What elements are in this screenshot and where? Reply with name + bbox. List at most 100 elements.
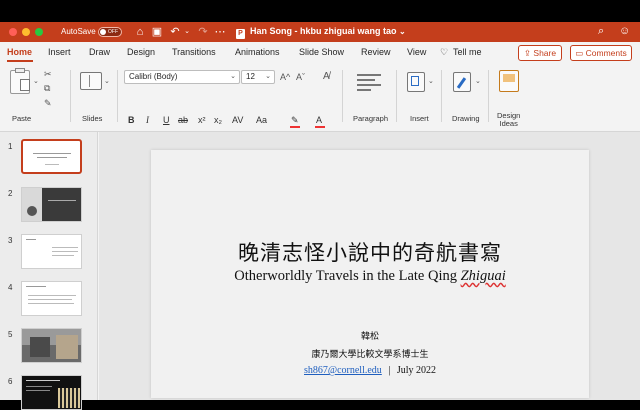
tab-view[interactable]: View: [407, 47, 426, 57]
close-window-button[interactable]: [9, 28, 17, 36]
font-size-select[interactable]: 12 ⌄: [241, 70, 275, 84]
highlight-color-bar: [290, 126, 300, 128]
slide-thumbnail-6[interactable]: [21, 375, 82, 410]
thumb-text-line: [52, 255, 74, 256]
slide-thumbnail-2[interactable]: [21, 187, 82, 222]
comments-button[interactable]: ▭ Comments: [570, 45, 632, 61]
home-icon[interactable]: ⌂: [133, 25, 147, 39]
font-color-icon[interactable]: A: [316, 115, 322, 125]
lightbulb-icon: ♡: [440, 47, 449, 57]
search-icon[interactable]: ⌕: [598, 25, 604, 38]
account-icon[interactable]: ☺: [619, 25, 630, 37]
insert-label[interactable]: Insert: [410, 114, 429, 123]
shrink-font-icon[interactable]: Aˇ: [296, 71, 305, 83]
slide-thumbnail-4[interactable]: [21, 281, 82, 316]
paragraph-label[interactable]: Paragraph: [353, 114, 388, 123]
thumb-image: [27, 206, 37, 216]
tab-slide-show[interactable]: Slide Show: [299, 47, 344, 57]
superscript-button[interactable]: x²: [198, 115, 206, 125]
cut-icon[interactable]: ✂: [44, 68, 52, 80]
paragraph-icon[interactable]: [357, 74, 381, 91]
redo-icon[interactable]: ↷: [196, 25, 210, 39]
slide-number: 5: [8, 330, 13, 339]
separator: [441, 70, 442, 122]
thumb-text-line: [26, 239, 36, 240]
active-tab-underline: [7, 60, 33, 62]
minimize-window-button[interactable]: [22, 28, 30, 36]
drawing-dropdown-icon[interactable]: ⌄: [475, 76, 481, 88]
tab-design[interactable]: Design: [127, 47, 155, 57]
undo-dropdown-icon[interactable]: ⌄: [180, 25, 194, 39]
thumb-text-line: [26, 386, 52, 387]
format-painter-icon[interactable]: ✎: [44, 97, 52, 109]
maximize-window-button[interactable]: [35, 28, 43, 36]
italic-button[interactable]: I: [146, 115, 149, 125]
slide-contact-line[interactable]: sh867@cornell.edu | July 2022: [151, 365, 589, 376]
tab-draw[interactable]: Draw: [89, 47, 110, 57]
subscript-button[interactable]: x₂: [214, 115, 222, 125]
thumb-text-line: [26, 390, 50, 391]
slide-number: 1: [8, 142, 13, 151]
new-slide-icon[interactable]: [80, 72, 102, 90]
email-link[interactable]: sh867@cornell.edu: [304, 365, 382, 376]
character-spacing-button[interactable]: AV: [232, 115, 243, 125]
slide-thumbnail-5[interactable]: [21, 328, 82, 363]
grow-font-icon[interactable]: A^: [280, 71, 290, 83]
tab-insert[interactable]: Insert: [48, 47, 71, 57]
slide-title-chinese[interactable]: 晚清志怪小說中的奇航書寫: [151, 237, 589, 267]
clear-formatting-icon[interactable]: A̸: [323, 71, 330, 83]
tell-me-search[interactable]: Tell me: [453, 47, 482, 57]
highlight-icon[interactable]: ✎: [291, 115, 299, 126]
current-slide[interactable]: 晚清志怪小說中的奇航書寫 Otherworldly Travels in the…: [151, 150, 589, 398]
separator: [70, 70, 71, 122]
chevron-down-icon: ⌄: [230, 73, 236, 80]
share-label: Share: [533, 48, 557, 58]
underline-button[interactable]: U: [163, 115, 170, 125]
change-case-button[interactable]: Aa: [256, 115, 267, 125]
bold-button[interactable]: B: [128, 115, 135, 125]
more-icon[interactable]: ⋯: [213, 25, 227, 39]
design-ideas-label-line-2: Ideas: [499, 119, 518, 128]
strikethrough-button[interactable]: ab: [178, 115, 188, 125]
separator: [342, 70, 343, 122]
drawing-icon[interactable]: [453, 72, 471, 92]
autosave-toggle[interactable]: OFF: [98, 27, 122, 37]
tab-review[interactable]: Review: [361, 47, 391, 57]
thumb-image: [58, 388, 80, 408]
slide-editor-canvas[interactable]: 晚清志怪小說中的奇航書寫 Otherworldly Travels in the…: [99, 132, 640, 400]
save-icon[interactable]: ▣: [150, 25, 164, 39]
slide-thumbnail-3[interactable]: [21, 234, 82, 269]
ribbon-tabs: Home Insert Draw Design Transitions Anim…: [0, 42, 640, 64]
title-dropdown-icon[interactable]: ⌄: [399, 27, 406, 36]
document-title-text: Han Song - hkbu zhiguai wang tao: [250, 26, 397, 36]
slide-thumbnail-1[interactable]: [21, 139, 82, 174]
tab-home[interactable]: Home: [7, 47, 32, 57]
slide-title-english[interactable]: Otherworldly Travels in the Late Qing Zh…: [151, 268, 589, 285]
paragraph-line: [357, 79, 375, 81]
font-name-value: Calibri (Body): [129, 72, 178, 81]
slides-dropdown-icon[interactable]: ⌄: [104, 76, 110, 88]
paste-icon[interactable]: [10, 68, 30, 94]
drawing-label[interactable]: Drawing: [452, 114, 480, 123]
tab-transitions[interactable]: Transitions: [172, 47, 216, 57]
share-button[interactable]: ⇪ Share: [518, 45, 562, 61]
slides-label[interactable]: Slides: [82, 114, 102, 123]
paste-page: [20, 79, 30, 91]
paste-dropdown-icon[interactable]: ⌄: [33, 76, 39, 88]
thumb-text-line: [37, 157, 67, 158]
font-name-select[interactable]: Calibri (Body) ⌄: [124, 70, 240, 84]
copy-icon[interactable]: ⧉: [44, 82, 50, 94]
tab-animations[interactable]: Animations: [235, 47, 280, 57]
slide-affiliation[interactable]: 康乃爾大學比較文學系博士生: [151, 347, 589, 360]
insert-shapes-icon[interactable]: [407, 72, 425, 92]
separator: [396, 70, 397, 122]
thumb-image: [30, 337, 50, 357]
design-ideas-label[interactable]: Design Ideas: [497, 112, 520, 128]
slide-author[interactable]: 韓松: [151, 329, 589, 342]
font-size-value: 12: [246, 72, 255, 81]
insert-dropdown-icon[interactable]: ⌄: [428, 76, 434, 88]
paste-label[interactable]: Paste: [12, 114, 31, 123]
thumb-text-line: [52, 247, 78, 248]
design-ideas-icon[interactable]: [499, 70, 519, 92]
thumb-image: [56, 335, 78, 359]
